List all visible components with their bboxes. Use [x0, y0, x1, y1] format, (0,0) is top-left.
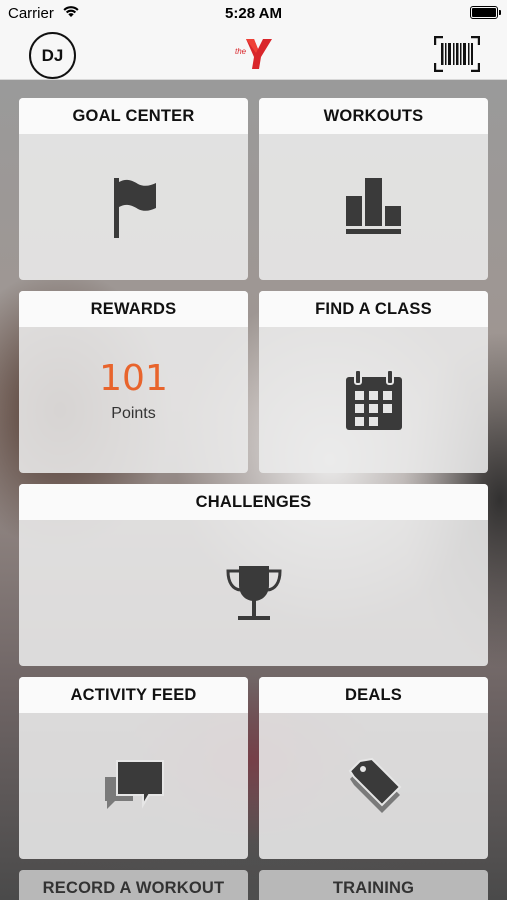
challenges-title: CHALLENGES: [19, 484, 488, 520]
chat-bubbles-icon: [104, 760, 164, 809]
training-tile[interactable]: TRAINING: [259, 870, 488, 900]
battery-icon: [470, 6, 501, 19]
activity-feed-tile[interactable]: ACTIVITY FEED: [19, 677, 248, 859]
training-title: TRAINING: [259, 870, 488, 900]
goal-center-title: GOAL CENTER: [19, 98, 248, 134]
avatar[interactable]: DJ: [29, 32, 76, 79]
logo-text: the: [235, 47, 247, 56]
deals-title: DEALS: [259, 677, 488, 713]
find-a-class-title: FIND A CLASS: [259, 291, 488, 327]
activity-feed-title: ACTIVITY FEED: [19, 677, 248, 713]
record-a-workout-tile[interactable]: RECORD A WORKOUT: [19, 870, 248, 900]
workouts-tile[interactable]: WORKOUTS: [259, 98, 488, 280]
clock: 5:28 AM: [225, 5, 282, 22]
rewards-tile[interactable]: REWARDS 101 Points: [19, 291, 248, 473]
flag-icon: [113, 178, 156, 238]
barcode-scan-icon[interactable]: [434, 36, 480, 72]
find-a-class-tile[interactable]: FIND A CLASS: [259, 291, 488, 473]
status-bar: Carrier 5:28 AM: [0, 0, 507, 28]
avatar-initials: DJ: [41, 45, 64, 65]
nav-bar: DJ the: [0, 28, 507, 80]
goal-center-tile[interactable]: GOAL CENTER: [19, 98, 248, 280]
workouts-title: WORKOUTS: [259, 98, 488, 134]
trophy-icon: [225, 566, 282, 620]
rewards-title: REWARDS: [19, 291, 248, 327]
challenges-tile[interactable]: CHALLENGES: [19, 484, 488, 666]
price-tag-icon: [348, 757, 401, 813]
points-value: 101: [99, 358, 168, 399]
record-a-workout-title: RECORD A WORKOUT: [19, 870, 248, 900]
deals-tile[interactable]: DEALS: [259, 677, 488, 859]
bar-chart-icon: [345, 178, 401, 234]
points-label: Points: [111, 405, 156, 422]
calendar-icon: [345, 369, 402, 430]
ymca-logo: the: [235, 39, 272, 69]
